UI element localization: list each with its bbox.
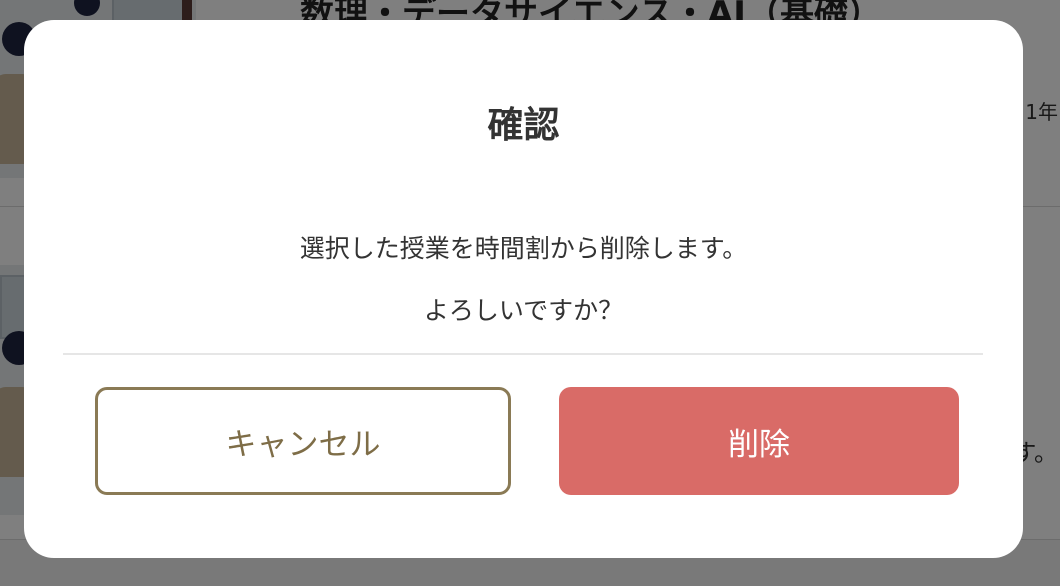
page: 数理・データサイエンス・AI（基礎） 1年 す。 確認 選択した授業を時間割から… xyxy=(0,0,1060,586)
cancel-button[interactable]: キャンセル xyxy=(95,387,511,495)
dialog-divider xyxy=(63,353,983,355)
dialog-message-line-2: よろしいですか？ xyxy=(423,296,624,325)
cancel-button-label: キャンセル xyxy=(225,426,381,463)
delete-button[interactable]: 削除 xyxy=(559,387,959,495)
dialog-title: 確認 xyxy=(487,105,560,146)
dialog-message: 選択した授業を時間割から削除します。 よろしいですか？ xyxy=(24,218,1023,342)
dialog-message-line-1: 選択した授業を時間割から削除します。 xyxy=(299,234,748,263)
confirm-dialog: 確認 選択した授業を時間割から削除します。 よろしいですか？ キャンセル 削除 xyxy=(24,20,1023,558)
delete-button-label: 削除 xyxy=(728,426,790,463)
